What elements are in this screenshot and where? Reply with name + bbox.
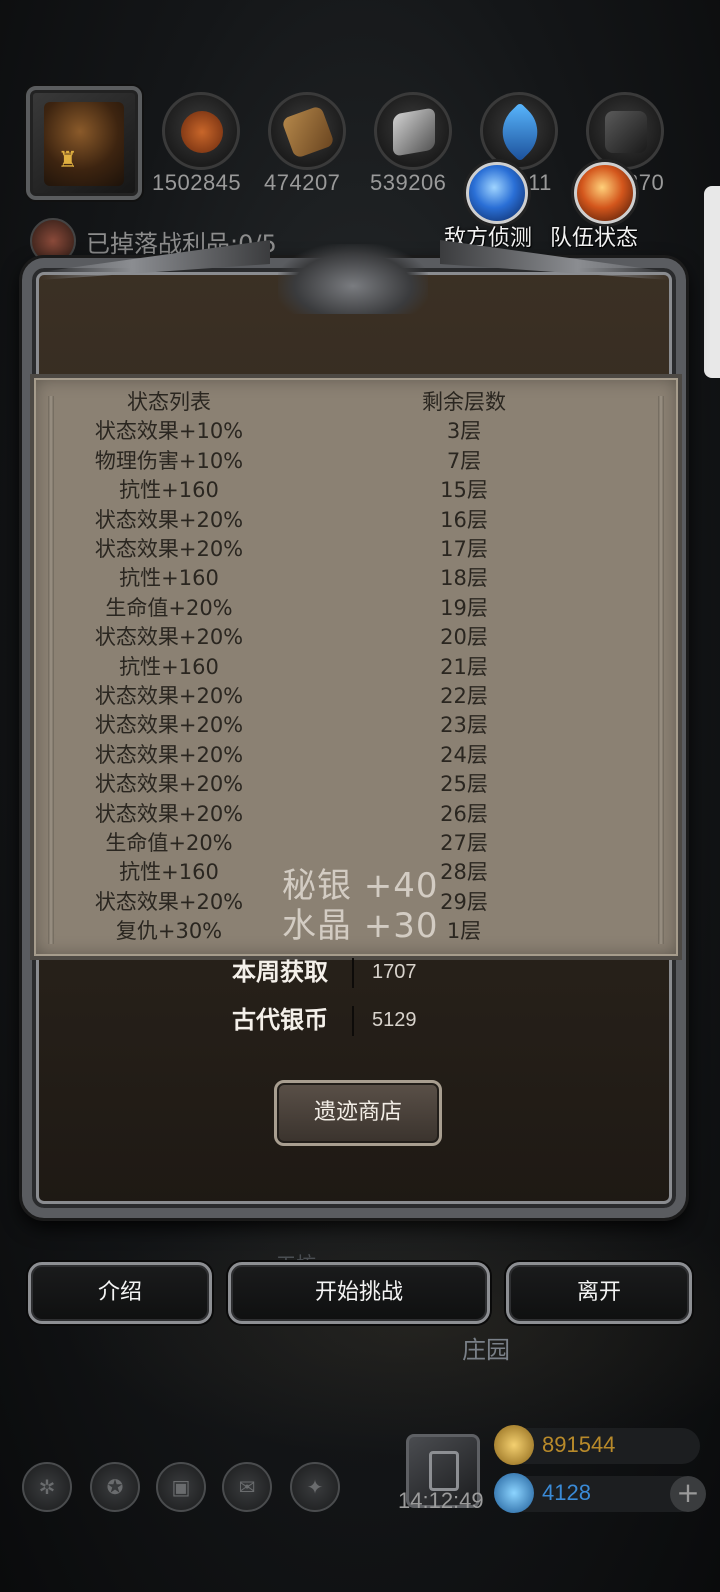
status-effect-name: 状态效果+20% — [94, 713, 244, 738]
status-effect-name: 状态效果+20% — [94, 684, 244, 708]
status-effect-name: 状态效果+20% — [94, 507, 244, 532]
leave-button[interactable]: 离开 — [506, 1262, 692, 1324]
status-remaining-layers: 3层 — [446, 419, 482, 444]
header-status-name: 状态列表 — [127, 390, 211, 414]
status-list-row: 状态效果+20% 26层 — [34, 800, 686, 829]
wood-plank-icon — [268, 92, 346, 170]
player-avatar[interactable]: ♜ — [26, 86, 142, 200]
status-list-row: 生命值+20% 27层 — [34, 829, 686, 858]
status-remaining-layers: 19层 — [440, 595, 488, 620]
blue-gem-icon — [494, 1473, 534, 1513]
mail-icon[interactable]: ✉ — [222, 1462, 272, 1512]
status-remaining-layers: 25层 — [440, 772, 488, 797]
character-icon[interactable]: ▣ — [156, 1462, 206, 1512]
status-effect-name: 状态效果+10% — [94, 419, 244, 444]
status-list-header: 状态列表 剩余层数 — [34, 388, 686, 417]
dark-stone-icon — [586, 92, 664, 170]
status-list-row: 状态效果+20% 23层 — [34, 711, 686, 740]
status-effect-name: 状态效果+20% — [94, 625, 244, 650]
status-list-row: 状态效果+20% 22层 — [34, 682, 686, 711]
manor-label[interactable]: 庄园 — [462, 1330, 510, 1365]
ancient-coin-value: 5129 — [372, 1009, 417, 1031]
header-remaining-layers: 剩余层数 — [422, 390, 506, 414]
divider — [352, 1006, 354, 1036]
status-effect-name: 抗性+160 — [119, 566, 219, 591]
status-remaining-layers: 22层 — [440, 684, 488, 708]
status-effect-name: 状态效果+20% — [94, 772, 244, 797]
status-list-row: 生命值+20% 19层 — [34, 594, 686, 623]
frame-crest-ornament — [278, 244, 428, 314]
resource-crystal-value: 11 — [528, 170, 552, 195]
achievement-icon[interactable]: ✪ — [90, 1462, 140, 1512]
status-effect-name: 生命值+20% — [105, 831, 233, 855]
status-effect-name: 抗性+160 — [119, 654, 219, 679]
trophy-icon: ♜ — [58, 148, 78, 173]
gold-coin-icon — [494, 1425, 534, 1465]
weekly-earned-value: 1707 — [372, 961, 417, 983]
status-remaining-layers: 7层 — [446, 448, 482, 473]
side-drawer-handle[interactable] — [704, 186, 720, 378]
weekly-earned-row: 本周获取 1707 — [200, 952, 500, 992]
status-effect-name: 状态效果+20% — [94, 889, 244, 914]
status-effect-name: 状态效果+20% — [94, 537, 244, 561]
add-gems-button[interactable]: + — [670, 1476, 706, 1512]
status-list-row: 状态效果+20% 20层 — [34, 623, 686, 652]
weekly-earned-label: 本周获取 — [232, 958, 328, 986]
resource-iron-value: 539206 — [370, 170, 447, 195]
status-remaining-layers: 26层 — [440, 801, 488, 826]
status-remaining-layers: 20层 — [440, 625, 488, 650]
status-effect-name: 抗性+160 — [119, 860, 219, 885]
ancient-coin-row: 古代银币 5129 — [200, 1000, 500, 1040]
status-remaining-layers: 24层 — [440, 742, 488, 767]
game-clock: 14:12:49 — [398, 1488, 484, 1513]
status-effect-name: 复仇+30% — [115, 919, 223, 944]
status-list-row: 状态效果+10% 3层 — [34, 417, 686, 446]
gold-wallet: 891544 — [494, 1425, 700, 1465]
team-status-button[interactable] — [574, 162, 636, 224]
iron-ingot-icon — [374, 92, 452, 170]
skills-icon[interactable]: ✦ — [290, 1462, 340, 1512]
team-status-label[interactable]: 队伍状态 — [550, 220, 638, 252]
settings-gear-icon[interactable]: ✲ — [22, 1462, 72, 1512]
status-remaining-layers: 16层 — [440, 507, 488, 532]
resource-copper-value: 1502845 — [152, 170, 242, 195]
gem-amount: 4128 — [542, 1480, 591, 1505]
status-remaining-layers: 27层 — [440, 831, 488, 855]
status-remaining-layers: 17层 — [440, 537, 488, 561]
resource-wood-value: 474207 — [264, 170, 341, 195]
blue-crystal-icon — [480, 92, 558, 170]
start-challenge-button[interactable]: 开始挑战 — [228, 1262, 490, 1324]
status-list-row: 抗性+160 21层 — [34, 653, 686, 682]
status-list-row: 状态效果+20% 24层 — [34, 741, 686, 770]
status-effect-name: 状态效果+20% — [94, 801, 244, 826]
status-list-row: 状态效果+20% 25层 — [34, 770, 686, 799]
status-effect-name: 抗性+160 — [119, 478, 219, 503]
status-effect-name: 状态效果+20% — [94, 742, 244, 767]
gold-amount: 891544 — [542, 1432, 616, 1457]
ancient-coin-label: 古代银币 — [232, 1006, 328, 1034]
status-list-row: 抗性+160 18层 — [34, 564, 686, 593]
status-list-row: 物理伤害+10% 7层 — [34, 447, 686, 476]
status-list-row: 状态效果+20% 16层 — [34, 506, 686, 535]
enemy-scout-button[interactable] — [466, 162, 528, 224]
status-remaining-layers: 15层 — [440, 478, 488, 503]
ruins-shop-button[interactable]: 遗迹商店 — [274, 1080, 442, 1146]
divider — [352, 958, 354, 988]
intro-button[interactable]: 介绍 — [28, 1262, 212, 1324]
reward-crystal-text: 水晶 +30 — [282, 906, 439, 946]
status-remaining-layers: 21层 — [440, 654, 488, 679]
status-effect-name: 物理伤害+10% — [94, 448, 244, 473]
status-remaining-layers: 23层 — [440, 713, 488, 738]
copper-ore-icon — [162, 92, 240, 170]
status-effect-name: 生命值+20% — [105, 595, 233, 620]
status-remaining-layers: 18层 — [440, 566, 488, 591]
status-list-row: 状态效果+20% 17层 — [34, 535, 686, 564]
hero-portrait — [44, 102, 124, 186]
status-list-row: 抗性+160 15层 — [34, 476, 686, 505]
